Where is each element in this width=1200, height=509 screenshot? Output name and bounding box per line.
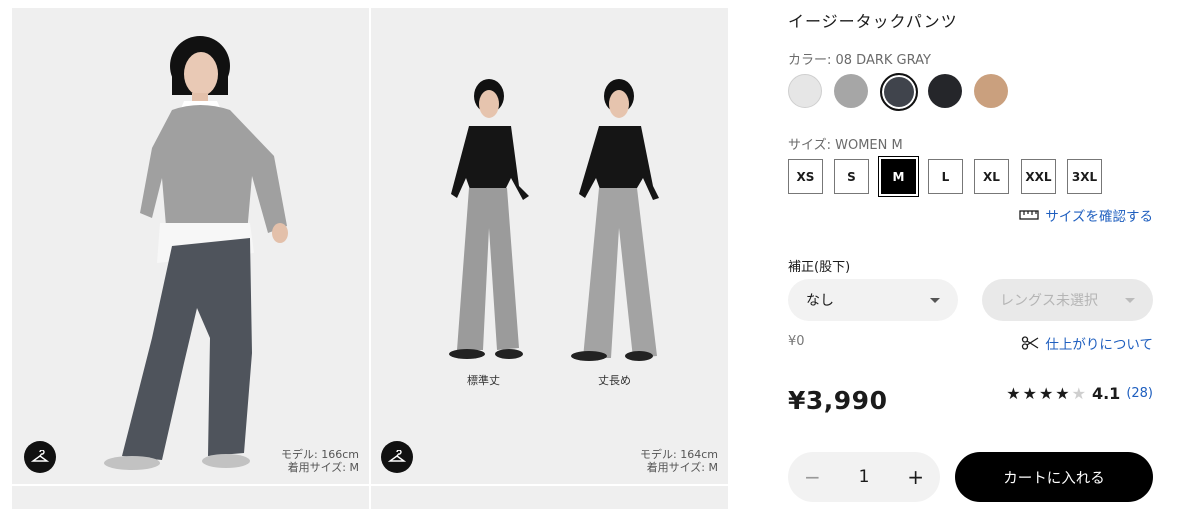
hanger-icon: [388, 450, 406, 462]
image-strip-left: [12, 486, 369, 509]
star-filled-icon: ★: [1038, 384, 1054, 403]
try-on-hanger-button[interactable]: [381, 441, 413, 473]
size-option-m[interactable]: M: [878, 156, 919, 197]
product-rating[interactable]: ★ ★ ★ ★ ★ 4.1 (28): [1006, 384, 1153, 403]
quantity-increase-button[interactable]: +: [907, 465, 924, 489]
color-swatch-dark-gray[interactable]: [880, 73, 918, 111]
model-photo-1: [104, 36, 288, 470]
model-size: 着用サイズ: M: [646, 461, 718, 474]
quantity-decrease-button[interactable]: −: [804, 465, 821, 489]
image-strip-right: [371, 486, 728, 509]
length-select-value: レングス未選択: [1000, 293, 1098, 309]
product-price: ¥3,990: [788, 386, 888, 415]
length-select[interactable]: レングス未選択: [982, 279, 1153, 321]
finish-info-label: 仕上がりについて: [1045, 337, 1153, 353]
model-info: モデル: 166cm 着用サイズ: M: [281, 448, 359, 474]
color-swatch-beige[interactable]: [974, 74, 1008, 108]
add-to-cart-button[interactable]: カートに入れる: [955, 452, 1153, 502]
star-filled-icon: ★: [1006, 384, 1021, 403]
chevron-down-icon: [1125, 297, 1135, 303]
product-title: イージータックパンツ: [788, 12, 958, 31]
product-image-main[interactable]: モデル: 166cm 着用サイズ: M: [12, 8, 369, 484]
quantity-value[interactable]: 1: [859, 467, 870, 487]
model-photo-2: [449, 79, 659, 361]
model-info: モデル: 164cm 着用サイズ: M: [640, 448, 718, 474]
quantity-stepper: − 1 +: [788, 452, 940, 502]
size-guide-label: サイズを確認する: [1045, 209, 1153, 225]
star-filled-icon: ★: [1022, 384, 1037, 403]
scissors-icon: [1022, 336, 1039, 350]
color-swatch-gray[interactable]: [834, 74, 868, 108]
chevron-down-icon: [930, 297, 940, 303]
alteration-select-value: なし: [806, 293, 834, 309]
model-height: モデル: 166cm: [281, 448, 359, 461]
star-empty-icon: ★: [1071, 384, 1086, 403]
color-label: カラー: 08 DARK GRAY: [788, 53, 931, 68]
color-swatch-off-white[interactable]: [788, 74, 822, 108]
size-option-xs[interactable]: XS: [788, 159, 823, 194]
finish-info-link[interactable]: 仕上がりについて: [1021, 333, 1153, 353]
size-guide-link[interactable]: サイズを確認する: [1019, 205, 1153, 225]
alteration-select[interactable]: なし: [788, 279, 958, 321]
model-height: モデル: 164cm: [640, 448, 718, 461]
product-image-length[interactable]: 標準丈 丈長め モデル: 164cm 着用サイズ: M: [371, 8, 728, 484]
size-label: サイズ: WOMEN M: [788, 138, 903, 153]
color-swatch-black[interactable]: [928, 74, 962, 108]
size-option-xxl[interactable]: XXL: [1021, 159, 1056, 194]
caption-long-length: 丈長め: [598, 374, 631, 387]
size-option-xl[interactable]: XL: [974, 159, 1009, 194]
star-filled-icon: ★: [1055, 384, 1070, 403]
rating-value: 4.1: [1091, 384, 1121, 403]
size-option-3xl[interactable]: 3XL: [1067, 159, 1102, 194]
alteration-price: ¥0: [788, 334, 805, 349]
caption-standard-length: 標準丈: [467, 374, 500, 387]
hanger-icon: [31, 450, 49, 462]
size-option-l[interactable]: L: [928, 159, 963, 194]
size-option-s[interactable]: S: [834, 159, 869, 194]
alteration-label: 補正(股下): [788, 260, 851, 275]
review-count-link[interactable]: (28): [1126, 386, 1153, 401]
ruler-icon: [1019, 210, 1040, 220]
model-size: 着用サイズ: M: [287, 461, 359, 474]
try-on-hanger-button[interactable]: [24, 441, 56, 473]
